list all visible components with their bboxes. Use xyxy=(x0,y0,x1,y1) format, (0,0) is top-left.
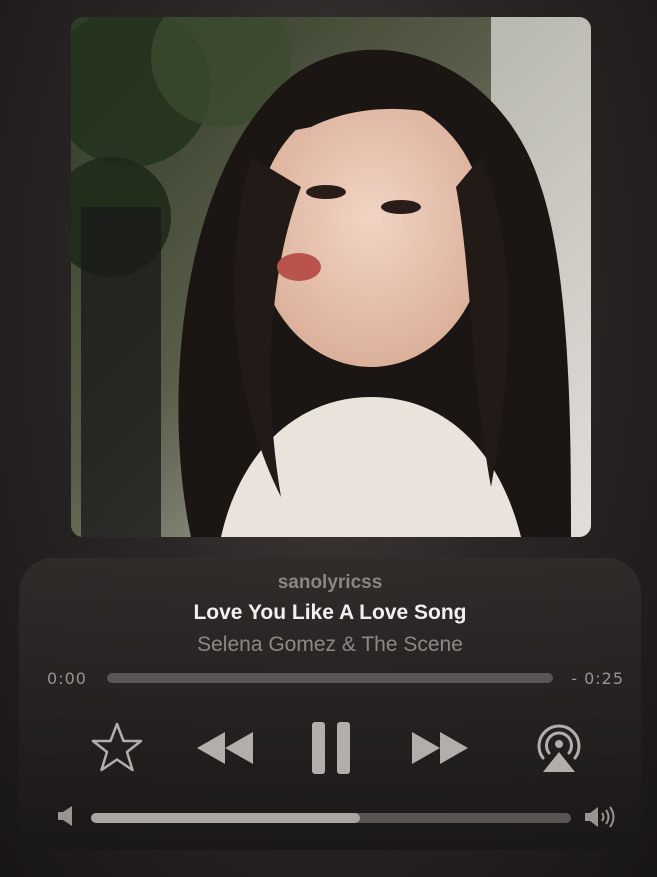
favorite-button[interactable] xyxy=(89,720,145,776)
pause-button[interactable] xyxy=(308,718,354,778)
player-panel: sanolyricss Love You Like A Love Song Se… xyxy=(19,558,641,850)
rewind-icon xyxy=(197,732,253,764)
volume-slider[interactable] xyxy=(91,813,571,823)
airplay-button[interactable] xyxy=(533,720,585,776)
song-title: Love You Like A Love Song xyxy=(193,601,467,624)
rewind-button[interactable] xyxy=(195,726,257,770)
artist-name[interactable]: Selena Gomez & The Scene xyxy=(19,633,641,657)
progress-scrubber[interactable] xyxy=(107,673,553,683)
star-outline-icon xyxy=(91,722,143,772)
pause-icon xyxy=(312,722,350,774)
album-artwork xyxy=(71,17,591,537)
forward-button[interactable] xyxy=(408,726,470,770)
remaining-time: - 0:25 xyxy=(571,669,624,688)
fast-forward-icon xyxy=(412,732,468,764)
elapsed-time: 0:00 xyxy=(47,669,87,688)
speaker-high-icon xyxy=(584,805,620,834)
uploader-label: sanolyricss xyxy=(277,572,383,593)
speaker-low-icon xyxy=(57,805,75,832)
volume-fill xyxy=(91,813,360,823)
airplay-icon xyxy=(537,724,581,772)
